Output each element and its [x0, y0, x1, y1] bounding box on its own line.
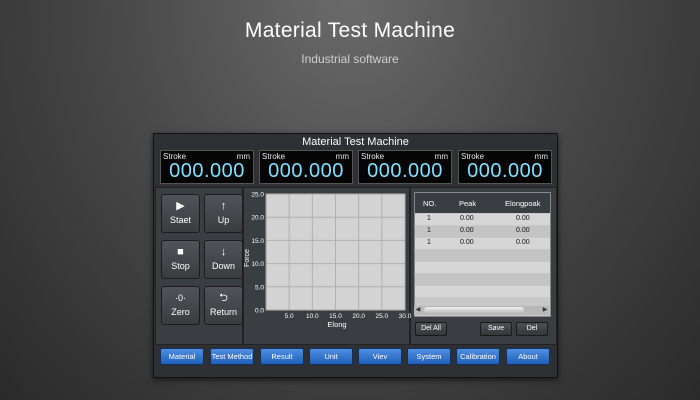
stop-label: Stop: [171, 261, 190, 271]
zero-icon: ·0·: [175, 293, 186, 303]
delete-all-button[interactable]: Del All: [415, 322, 447, 336]
stop-icon: ■: [177, 246, 184, 258]
readout-value: 000.000: [169, 160, 245, 182]
nav-system[interactable]: System: [407, 348, 451, 365]
scroll-left-icon[interactable]: ◀: [414, 306, 422, 315]
zero-button[interactable]: ·0· Zero: [161, 286, 200, 325]
cell-elongpoak: 0.00: [516, 215, 530, 222]
return-icon: ⮌: [219, 292, 228, 304]
readout-value: 000.000: [367, 160, 443, 182]
cell-elongpoak: 0.00: [516, 239, 530, 246]
hero-title: Material Test Machine: [244, 19, 456, 42]
down-button[interactable]: ↓ Down: [204, 240, 243, 279]
window-title: Material Test Machine: [302, 136, 409, 148]
control-panel: ▶ Staet ↑ Up ■ Stop ↓ Down ·0· Zero ⮌ Re…: [155, 187, 243, 345]
stop-button[interactable]: ■ Stop: [161, 240, 200, 279]
table-row-empty: [415, 250, 550, 261]
save-button[interactable]: Save: [480, 322, 512, 336]
zero-label: Zero: [171, 307, 190, 317]
up-button[interactable]: ↑ Up: [204, 194, 243, 233]
nav-calibration[interactable]: Calibration: [456, 348, 500, 365]
return-label: Return: [209, 307, 237, 317]
cell-peak: 0.00: [460, 227, 474, 234]
table-row[interactable]: 1 0.00 0.00: [415, 238, 550, 249]
col-header-peak: Peak: [459, 199, 477, 208]
table-row-empty: [415, 274, 550, 285]
cell-no: 1: [427, 227, 431, 234]
nav-result[interactable]: Result: [260, 348, 304, 365]
table-horizontal-scrollbar[interactable]: ◀ ▶: [414, 306, 549, 315]
hero-subtitle: Industrial software: [301, 52, 399, 66]
cell-no: 1: [427, 239, 431, 246]
nav-test-method[interactable]: Test Method: [210, 348, 254, 365]
nav-about[interactable]: About: [506, 348, 550, 365]
table-header: NO. Peak Elongpoak: [415, 193, 550, 213]
cell-no: 1: [427, 215, 431, 222]
cell-elongpoak: 0.00: [516, 227, 530, 234]
stroke-readout-2: Stroke mm 000.000: [259, 150, 353, 184]
scroll-thumb[interactable]: [424, 307, 524, 313]
stroke-readout-3: Stroke mm 000.000: [358, 150, 452, 184]
nav-material[interactable]: Material: [160, 348, 204, 365]
return-button[interactable]: ⮌ Return: [204, 286, 243, 325]
nav-view[interactable]: Viev: [358, 348, 402, 365]
scroll-right-icon[interactable]: ▶: [541, 306, 549, 315]
play-icon: ▶: [176, 200, 185, 212]
stroke-readout-4: Stroke mm 000.000: [458, 150, 552, 184]
results-table: NO. Peak Elongpoak 1 0.00 0.00 1 0.00 0.…: [414, 192, 551, 317]
table-row[interactable]: 1 0.00 0.00: [415, 214, 550, 225]
arrow-down-icon: ↓: [220, 246, 227, 258]
nav-unit[interactable]: Unit: [309, 348, 353, 365]
readout-value: 000.000: [467, 160, 543, 182]
stroke-readout-1: Stroke mm 000.000: [160, 150, 254, 184]
down-label: Down: [211, 261, 235, 271]
table-row-empty: [415, 262, 550, 273]
up-label: Up: [217, 215, 230, 225]
table-row[interactable]: 1 0.00 0.00: [415, 226, 550, 237]
col-header-no: NO.: [423, 199, 437, 208]
arrow-up-icon: ↑: [220, 200, 227, 212]
cell-peak: 0.00: [460, 215, 474, 222]
chart-panel: [243, 187, 410, 345]
cell-peak: 0.00: [460, 239, 474, 246]
delete-button[interactable]: Del: [516, 322, 548, 336]
start-button[interactable]: ▶ Staet: [161, 194, 200, 233]
start-label: Staet: [169, 215, 191, 225]
readout-value: 000.000: [268, 160, 344, 182]
table-row-empty: [415, 286, 550, 297]
col-header-elongpoak: Elongpoak: [505, 199, 541, 208]
